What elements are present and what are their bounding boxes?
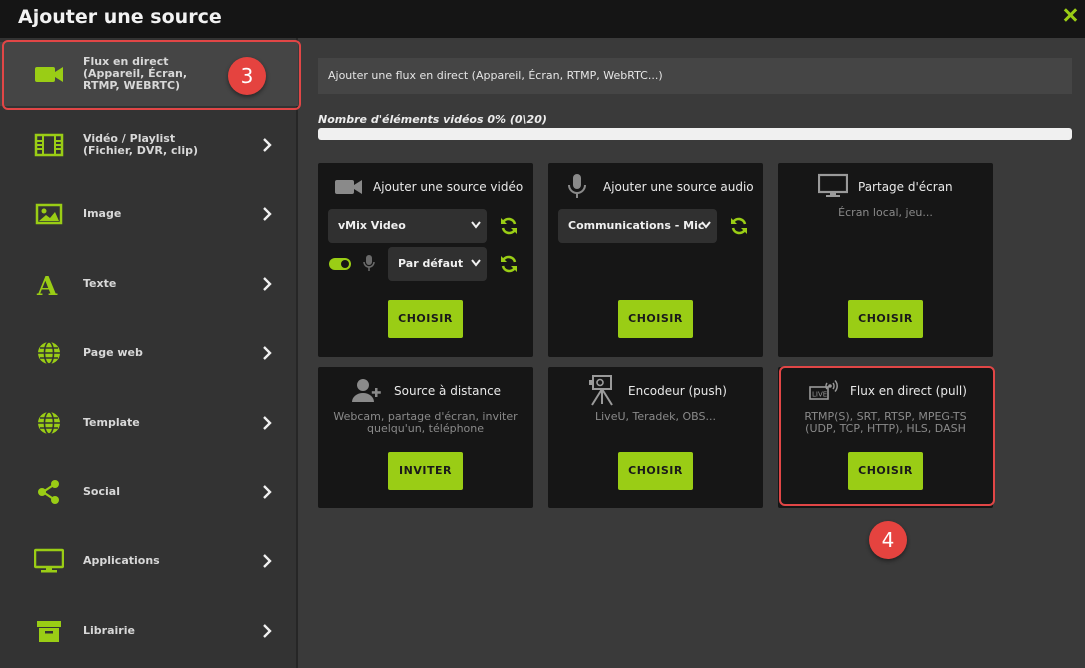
highlight-box-live-pull [779, 366, 995, 506]
audio-source-select-value: Communications - Mic [568, 219, 705, 232]
share-icon [38, 480, 59, 504]
main-panel: Ajouter une flux en direct (Appareil, Éc… [300, 38, 1085, 668]
monitor-icon [34, 548, 64, 573]
chevron-down-icon [471, 259, 481, 267]
toggle-knob [341, 260, 349, 268]
sidebar-item-label: Applications [83, 554, 160, 567]
microphone-icon [363, 255, 375, 271]
refresh-audio-source-icon[interactable] [729, 216, 749, 236]
sidebar-item-label: Librairie [83, 624, 135, 637]
sidebar-item-label: Texte [83, 277, 117, 290]
choose-video-source-button[interactable]: CHOISIR [388, 300, 463, 338]
video-camera-tripod-icon [589, 375, 613, 406]
refresh-audio-icon[interactable] [499, 254, 519, 274]
monitor-icon [818, 173, 848, 197]
chevron-right-icon [263, 277, 272, 291]
svg-text:A: A [36, 272, 58, 297]
card-title: Source à distance [394, 384, 502, 398]
video-device-select-value: vMix Video [338, 219, 406, 232]
sidebar-item-library[interactable]: Librairie [0, 599, 298, 663]
audio-toggle[interactable] [329, 258, 351, 270]
card-title: Encodeur (push) [628, 384, 727, 398]
audio-device-select[interactable]: Par défaut [388, 247, 487, 281]
sidebar: Flux en direct (Appareil, Écran, RTMP, W… [0, 38, 298, 668]
card-title: Partage d'écran [858, 180, 953, 194]
chevron-right-icon [263, 485, 272, 499]
chevron-right-icon [263, 207, 272, 221]
card-remote-source: Source à distance Webcam, partage d'écra… [318, 367, 533, 508]
chevron-right-icon [263, 554, 272, 568]
image-icon [35, 203, 63, 225]
choose-screen-share-button[interactable]: CHOISIR [848, 300, 923, 338]
chevron-right-icon [263, 416, 272, 430]
video-count-label: Nombre d'éléments vidéos 0% (0\20) [318, 113, 547, 126]
card-screen-share: Partage d'écran Écran local, jeu... CHOI… [778, 163, 993, 357]
sidebar-item-label: Page web [83, 346, 143, 359]
close-icon[interactable] [1063, 8, 1077, 22]
card-encoder-push: Encodeur (push) LiveU, Teradek, OBS... C… [548, 367, 763, 508]
chevron-down-icon [471, 221, 481, 229]
audio-device-select-value: Par défaut [398, 257, 464, 270]
chevron-right-icon [263, 138, 272, 152]
card-title: Ajouter une source audio [603, 180, 754, 194]
dialog-title: Ajouter une source [18, 6, 222, 28]
chevron-right-icon [263, 346, 272, 360]
invite-button[interactable]: INVITER [388, 452, 463, 490]
video-camera-icon [335, 180, 362, 194]
step-3-badge: 3 [228, 57, 266, 95]
sidebar-item-label: Vidéo / Playlist (Fichier, DVR, clip) [83, 132, 199, 157]
sidebar-item-applications[interactable]: Applications [0, 529, 298, 593]
archive-box-icon [37, 621, 61, 642]
card-title: Ajouter une source vidéo [373, 180, 524, 194]
globe-icon [38, 411, 60, 435]
card-description: LiveU, Teradek, OBS... [595, 410, 716, 423]
audio-source-select[interactable]: Communications - Mic [558, 209, 717, 243]
refresh-video-icon[interactable] [499, 216, 519, 236]
sidebar-item-social[interactable]: Social [0, 460, 298, 524]
sidebar-item-video-playlist[interactable]: Vidéo / Playlist (Fichier, DVR, clip) [0, 113, 298, 177]
sidebar-item-label: Template [83, 416, 140, 429]
card-description: Écran local, jeu... [838, 206, 933, 219]
film-strip-icon [34, 133, 64, 157]
sidebar-item-text[interactable]: A Texte [0, 252, 298, 316]
sidebar-item-label: Social [83, 485, 120, 498]
video-device-select[interactable]: vMix Video [328, 209, 487, 243]
sidebar-item-web-page[interactable]: Page web [0, 321, 298, 385]
choose-audio-source-button[interactable]: CHOISIR [618, 300, 693, 338]
video-count-progress-bar [318, 128, 1072, 140]
step-4-badge: 4 [869, 521, 907, 559]
globe-icon [38, 341, 60, 365]
title-bar: Ajouter une source [0, 0, 1085, 38]
chevron-down-icon [701, 221, 711, 229]
sidebar-item-template[interactable]: Template [0, 391, 298, 455]
sidebar-item-label: Image [83, 207, 122, 220]
chevron-right-icon [263, 624, 272, 638]
sidebar-item-image[interactable]: Image [0, 182, 298, 246]
choose-encoder-button[interactable]: CHOISIR [618, 452, 693, 490]
info-bar: Ajouter une flux en direct (Appareil, Éc… [318, 58, 1072, 94]
card-audio-source: Ajouter une source audio Communications … [548, 163, 763, 357]
card-description: Webcam, partage d'écran, inviter quelqu'… [333, 410, 518, 435]
card-video-source: Ajouter une source vidéo vMix Video Par … [318, 163, 533, 357]
add-user-icon [352, 379, 381, 402]
text-a-icon: A [36, 272, 58, 297]
microphone-icon [568, 174, 586, 198]
